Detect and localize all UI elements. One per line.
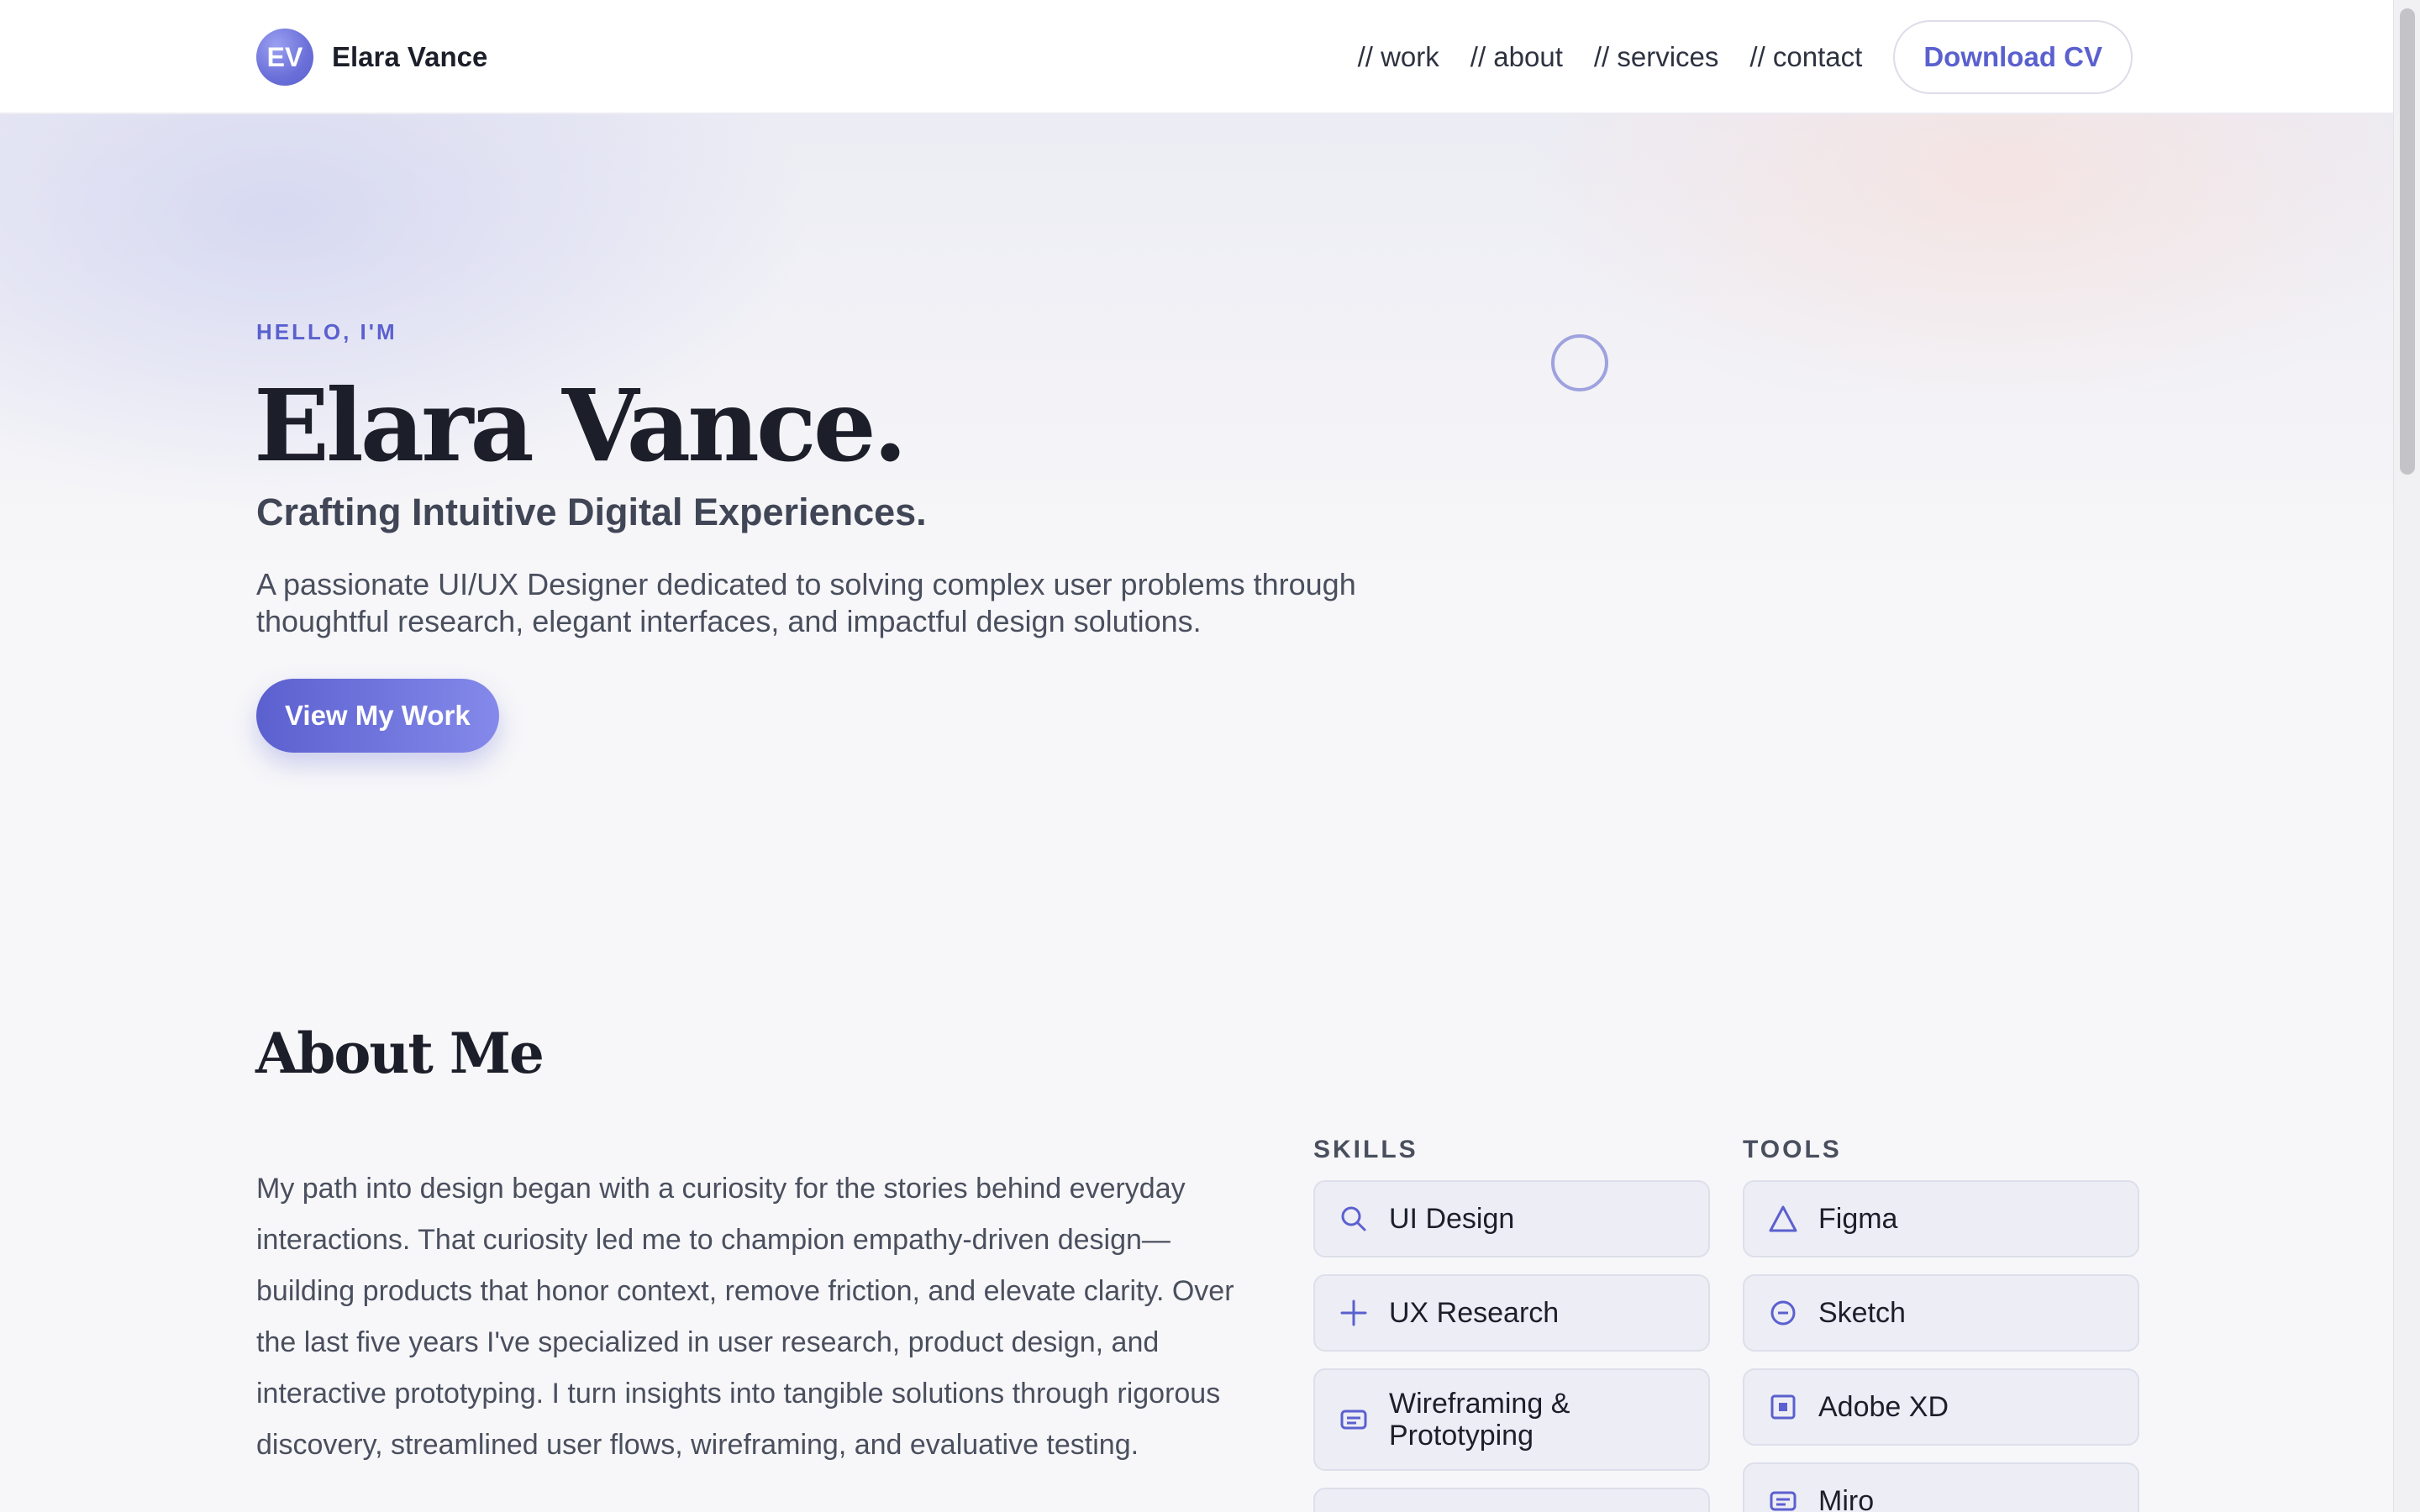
page-scrollbar[interactable] (2393, 0, 2420, 1512)
message-icon (1339, 1404, 1369, 1435)
hero-section: HELLO, I'M Elara Vance. Crafting Intuiti… (0, 114, 2393, 954)
skill-chip-wireframing: Wireframing & Prototyping (1313, 1368, 1710, 1471)
triangle-icon (1768, 1204, 1798, 1234)
tool-chip-miro: Miro (1743, 1462, 2139, 1512)
tool-chip-sketch: Sketch (1743, 1274, 2139, 1352)
skill-chip-partial (1313, 1488, 1710, 1512)
square-dot-icon (1768, 1392, 1798, 1422)
scrollbar-thumb[interactable] (2400, 8, 2415, 475)
plus-icon (1339, 1298, 1369, 1328)
skill-label: UI Design (1389, 1203, 1515, 1235)
skill-label-line-1: Wireframing & (1389, 1388, 1570, 1420)
decorative-circle (1551, 334, 1608, 391)
logo-avatar[interactable]: EV (256, 29, 313, 86)
hero-description-line-1: A passionate UI/UX Designer dedicated to… (256, 567, 1356, 601)
nav-link-contact[interactable]: // contact (1749, 41, 1862, 73)
minus-circle-icon (1768, 1298, 1798, 1328)
hero-description: A passionate UI/UX Designer dedicated to… (256, 566, 1475, 640)
hero-description-line-2: thoughtful research, elegant interfaces,… (256, 604, 1202, 638)
about-text: My path into design began with a curiosi… (256, 1173, 1234, 1461)
view-my-work-button[interactable]: View My Work (256, 679, 499, 753)
nav-link-services[interactable]: // services (1594, 41, 1719, 73)
nav-link-work[interactable]: // work (1358, 41, 1439, 73)
site-header: EV Elara Vance // work // about // servi… (0, 0, 2393, 114)
tool-chip-figma: Figma (1743, 1180, 2139, 1257)
hero-tagline: Crafting Intuitive Digital Experiences. (256, 491, 927, 533)
nav-link-about[interactable]: // about (1470, 41, 1563, 73)
hero-eyebrow: HELLO, I'M (256, 319, 397, 344)
brand-name[interactable]: Elara Vance (332, 41, 487, 73)
search-icon (1339, 1204, 1369, 1234)
tool-chip-adobe-xd: Adobe XD (1743, 1368, 2139, 1446)
skill-label: UX Research (1389, 1297, 1560, 1329)
skills-heading: SKILLS (1313, 1136, 1418, 1163)
tool-label: Adobe XD (1818, 1391, 1949, 1423)
skill-label-line-2: Prototyping (1389, 1420, 1534, 1452)
tool-label: Figma (1818, 1203, 1898, 1235)
tool-label: Miro (1818, 1485, 1875, 1512)
tools-heading: TOOLS (1743, 1136, 1842, 1163)
main-nav: // work // about // services // contact … (1358, 20, 2133, 94)
download-cv-button[interactable]: Download CV (1893, 20, 2133, 94)
skill-chip-ux-research: UX Research (1313, 1274, 1710, 1352)
hero-name: Elara Vance. (254, 367, 908, 484)
skill-chip-ui-design: UI Design (1313, 1180, 1710, 1257)
about-title: About Me (255, 1021, 544, 1086)
brand[interactable]: EV Elara Vance (256, 29, 487, 86)
tool-label: Sketch (1818, 1297, 1906, 1329)
skill-label: Wireframing & Prototyping (1389, 1388, 1570, 1452)
message-icon (1768, 1486, 1798, 1512)
